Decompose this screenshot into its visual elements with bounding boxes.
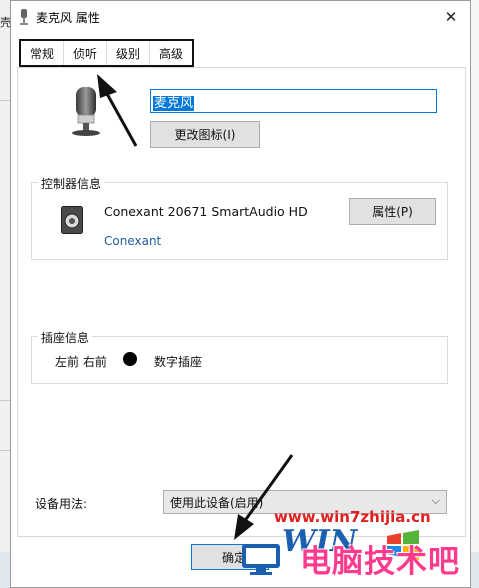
close-button[interactable]: ✕	[440, 7, 462, 27]
microphone-icon	[20, 9, 28, 25]
jack-color-indicator	[123, 352, 137, 366]
watermark-brand: 电脑技术吧	[300, 544, 460, 580]
controller-info-label: 控制器信息	[38, 175, 105, 192]
monitor-icon	[242, 544, 280, 575]
chevron-down-icon: ⌵	[431, 494, 440, 507]
jack-type: 数字插座	[154, 355, 203, 369]
device-usage-label: 设备用法:	[35, 497, 88, 511]
controller-properties-button[interactable]: 属性(P)	[349, 198, 436, 225]
microphone-properties-dialog: 麦克风 属性 ✕ 常规 侦听 级别 高级 麦克风 更改图标(I) 控制器信息 C…	[10, 0, 471, 588]
change-icon-button[interactable]: 更改图标(I)	[150, 121, 260, 148]
jack-info-label: 插座信息	[38, 329, 93, 346]
device-name-input[interactable]: 麦克风	[150, 89, 437, 113]
speaker-icon	[61, 206, 83, 234]
tab-listen[interactable]: 侦听	[64, 41, 108, 65]
window-title: 麦克风 属性	[36, 11, 100, 25]
device-name-value: 麦克风	[153, 96, 195, 111]
tab-levels[interactable]: 级别	[107, 41, 151, 65]
microphone-device-icon	[72, 87, 100, 136]
device-usage-value: 使用此设备(启用)	[170, 495, 264, 510]
close-icon: ✕	[444, 8, 458, 26]
controller-name: Conexant 20671 SmartAudio HD	[104, 204, 308, 219]
tab-general[interactable]: 常规	[21, 41, 65, 65]
controller-vendor-link[interactable]: Conexant	[104, 234, 161, 248]
tab-strip: 常规 侦听 级别 高级	[19, 39, 195, 67]
title-bar[interactable]: 麦克风 属性 ✕	[11, 1, 470, 33]
jack-position: 左前 右前	[55, 355, 107, 369]
tab-advanced[interactable]: 高级	[150, 41, 192, 65]
